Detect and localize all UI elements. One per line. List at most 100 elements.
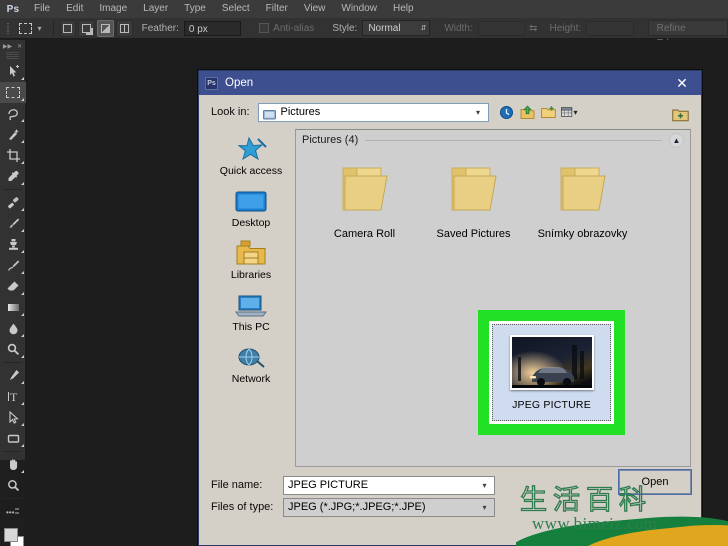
color-swatches[interactable] [0, 525, 25, 546]
chevron-down-icon[interactable]: ▾ [38, 24, 42, 33]
chevron-up-icon[interactable]: ▲ [669, 133, 684, 148]
dialog-nav-toolbar: ▾ [498, 104, 578, 121]
refine-edge-button[interactable]: Refine Edge... [648, 20, 728, 36]
chevron-down-icon[interactable]: ▾ [477, 481, 492, 490]
menu-select[interactable]: Select [214, 0, 258, 18]
edit-toolbar-icon[interactable]: ••• [0, 501, 26, 522]
menu-filter[interactable]: Filter [258, 0, 296, 18]
recent-places-icon[interactable] [498, 104, 515, 121]
sidebar-item-this-pc[interactable]: This PC [209, 291, 293, 339]
clone-stamp-tool[interactable] [0, 234, 26, 255]
views-icon[interactable]: ▾ [561, 104, 578, 121]
menu-type[interactable]: Type [176, 0, 214, 18]
sidebar-item-quick-access[interactable]: Quick access [209, 135, 293, 183]
selection-mode-subtract[interactable] [97, 20, 114, 37]
sidebar-item-network[interactable]: Network [209, 343, 293, 391]
height-input[interactable] [586, 21, 633, 36]
close-icon[interactable]: ✕ [17, 43, 22, 50]
move-tool[interactable] [0, 61, 26, 82]
crop-tool[interactable] [0, 145, 26, 166]
tools-panel-grip[interactable] [6, 52, 19, 59]
foreground-color-swatch[interactable] [4, 528, 18, 542]
options-bar-grip[interactable] [4, 18, 14, 39]
photoshop-badge-icon: Ps [205, 77, 218, 90]
new-folder-icon[interactable] [672, 107, 689, 123]
width-input[interactable] [478, 21, 525, 36]
menu-edit[interactable]: Edit [58, 0, 91, 18]
menu-window[interactable]: Window [333, 0, 385, 18]
file-list-panel[interactable]: Pictures (4) ▲ Camera Roll Saved Picture… [295, 129, 691, 467]
dialog-title: Open [225, 77, 667, 89]
files-of-type-combobox[interactable]: JPEG (*.JPG;*.JPEG;*.JPE) ▾ [283, 498, 495, 517]
up-one-level-icon[interactable] [519, 104, 536, 121]
style-label: Style: [332, 23, 357, 34]
eyedropper-tool[interactable] [0, 166, 26, 187]
sidebar-item-label: Desktop [232, 217, 271, 229]
dodge-tool[interactable] [0, 339, 26, 360]
close-icon[interactable]: ✕ [667, 72, 697, 94]
path-selection-tool[interactable] [0, 407, 26, 428]
chevron-down-icon[interactable]: ▾ [477, 503, 492, 512]
look-in-row: Look in: Pictures ▾ [199, 99, 701, 125]
sidebar-item-desktop[interactable]: Desktop [209, 187, 293, 235]
spot-healing-brush-tool[interactable] [0, 192, 26, 213]
file-name-combobox[interactable]: JPEG PICTURE ▾ [283, 476, 495, 495]
swap-dimensions-icon[interactable]: ⇆ [529, 23, 537, 34]
horizontal-type-tool[interactable]: T [0, 386, 26, 407]
dialog-title-bar[interactable]: Ps Open ✕ [199, 71, 701, 95]
rectangle-tool[interactable] [0, 428, 26, 449]
menu-view[interactable]: View [296, 0, 334, 18]
gradient-tool[interactable] [0, 297, 26, 318]
selection-mode-add[interactable] [78, 20, 95, 37]
eraser-tool[interactable] [0, 276, 26, 297]
network-globe-icon [235, 343, 267, 371]
menu-bar: Ps File Edit Image Layer Type Select Fil… [0, 0, 728, 18]
folder-icon [333, 154, 397, 228]
sidebar-item-label: Libraries [231, 269, 271, 281]
quick-selection-tool[interactable] [0, 124, 26, 145]
open-file-dialog: Ps Open ✕ Look in: Pictures ▾ [198, 70, 702, 546]
files-of-type-label: Files of type: [211, 501, 283, 513]
history-brush-tool[interactable] [0, 255, 26, 276]
style-select[interactable]: Normal ⇵ [362, 20, 430, 36]
files-of-type-row: Files of type: JPEG (*.JPG;*.JPEG;*.JPE)… [211, 497, 691, 517]
file-group-header: Pictures (4) ▲ [296, 130, 690, 150]
file-item-selected[interactable]: JPEG PICTURE [492, 324, 611, 421]
tools-panel-header[interactable]: ▶▶ ✕ [0, 40, 25, 52]
selection-mode-new[interactable] [60, 20, 77, 37]
file-name-value: JPEG PICTURE [288, 479, 477, 491]
menu-file[interactable]: File [26, 0, 58, 18]
folder-name: Camera Roll [334, 228, 395, 240]
hand-tool[interactable] [0, 454, 26, 475]
look-in-combobox[interactable]: Pictures ▾ [258, 103, 489, 122]
rectangular-marquee-icon[interactable] [15, 20, 37, 37]
menu-image[interactable]: Image [91, 0, 135, 18]
open-button[interactable]: Open [619, 470, 691, 494]
sidebar-item-label: Network [232, 373, 271, 385]
create-new-folder-icon[interactable] [540, 104, 557, 121]
libraries-folder-icon [235, 239, 267, 267]
pen-tool[interactable] [0, 365, 26, 386]
svg-text:•••: ••• [6, 508, 15, 516]
folder-item[interactable]: Snímky obrazovky [528, 154, 637, 252]
chevron-down-icon[interactable]: ▾ [574, 108, 578, 117]
folder-item[interactable]: Saved Pictures [419, 154, 528, 252]
rectangular-marquee-tool[interactable] [0, 82, 26, 103]
zoom-tool[interactable] [0, 475, 26, 496]
menu-layer[interactable]: Layer [135, 0, 176, 18]
collapse-icon[interactable]: ▶▶ [3, 43, 12, 50]
style-select-value: Normal [368, 23, 400, 34]
divider [365, 140, 662, 141]
blur-tool[interactable] [0, 318, 26, 339]
folder-item[interactable]: Camera Roll [310, 154, 419, 252]
menu-help[interactable]: Help [385, 0, 422, 18]
lasso-tool[interactable] [0, 103, 26, 124]
brush-tool[interactable] [0, 213, 26, 234]
folder-name: Snímky obrazovky [538, 228, 628, 240]
anti-alias-checkbox[interactable] [259, 23, 269, 33]
feather-input[interactable]: 0 px [184, 21, 241, 36]
sidebar-item-libraries[interactable]: Libraries [209, 239, 293, 287]
chevron-down-icon[interactable]: ▾ [471, 104, 486, 121]
selection-mode-intersect[interactable] [116, 20, 133, 37]
pictures-folder-icon [263, 107, 276, 118]
